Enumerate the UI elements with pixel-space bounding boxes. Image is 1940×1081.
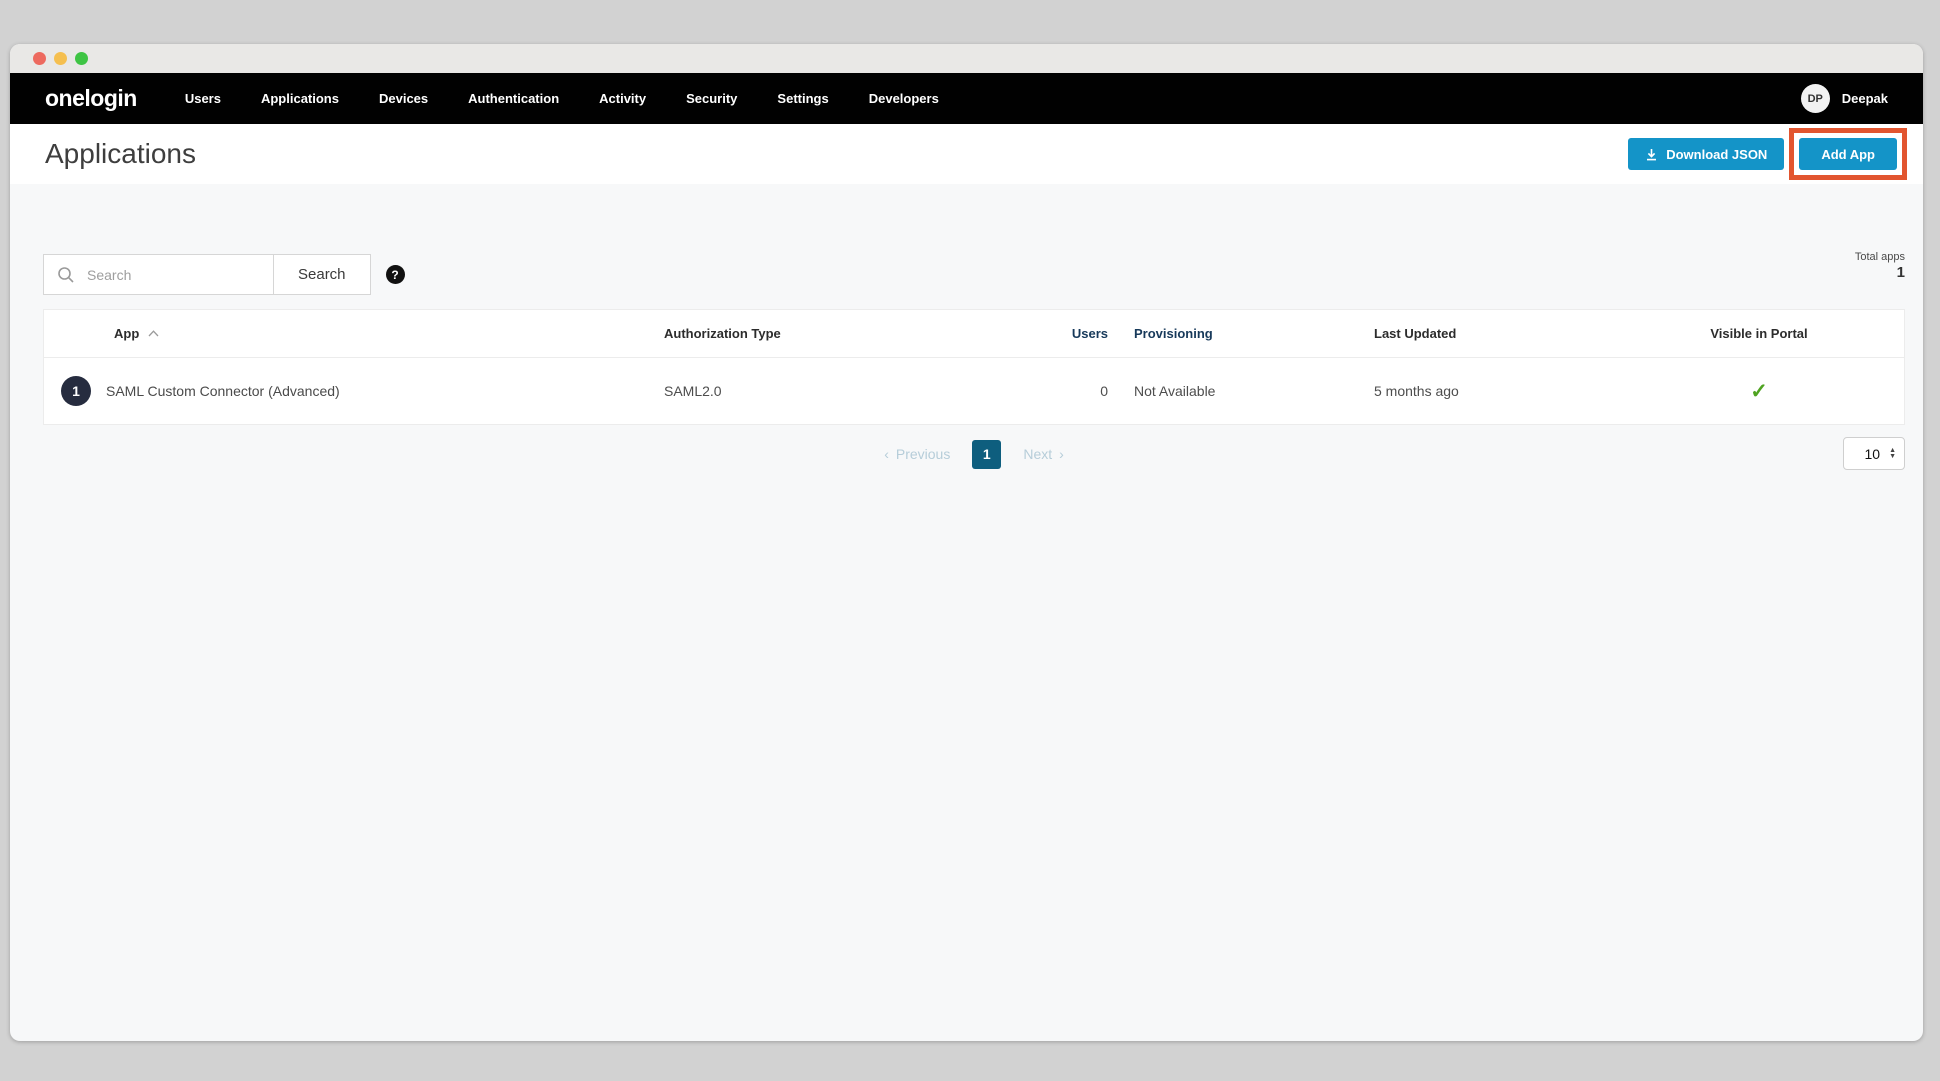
pagination: ‹ Previous 1 Next › 10 ▲ ▼: [43, 437, 1905, 471]
page-title: Applications: [45, 138, 196, 170]
minimize-window-icon[interactable]: [54, 52, 67, 65]
chevron-left-icon: ‹: [884, 446, 889, 462]
toolbar: Search ? Total apps 1: [43, 254, 1905, 295]
app-window: onelogin Users Applications Devices Auth…: [10, 44, 1923, 1041]
app-cell: 1 SAML Custom Connector (Advanced): [44, 376, 664, 406]
nav-item-settings[interactable]: Settings: [777, 91, 828, 106]
current-page-button[interactable]: 1: [972, 440, 1001, 469]
download-json-label: Download JSON: [1666, 147, 1767, 162]
total-apps-label: Total apps: [1855, 251, 1905, 263]
app-name-link[interactable]: SAML Custom Connector (Advanced): [106, 383, 340, 399]
header-actions: Download JSON Add App: [1628, 128, 1907, 180]
add-app-highlight-outline: Add App: [1789, 128, 1907, 180]
sort-ascending-icon: [148, 330, 159, 337]
column-header-app[interactable]: App: [44, 326, 664, 341]
download-icon: [1645, 148, 1658, 161]
add-app-label: Add App: [1821, 147, 1875, 162]
search-icon: [57, 266, 75, 284]
total-apps-value: 1: [1855, 264, 1905, 281]
last-updated-cell: 5 months ago: [1374, 383, 1614, 399]
column-header-last-updated: Last Updated: [1374, 326, 1614, 341]
nav-item-devices[interactable]: Devices: [379, 91, 428, 106]
column-header-authorization-type: Authorization Type: [664, 326, 1067, 341]
total-apps: Total apps 1: [1855, 251, 1905, 281]
main-content: Search ? Total apps 1 App Authorization …: [10, 184, 1923, 471]
previous-label: Previous: [896, 446, 950, 462]
nav-item-security[interactable]: Security: [686, 91, 737, 106]
add-app-button[interactable]: Add App: [1799, 138, 1897, 170]
column-header-users[interactable]: Users: [1067, 326, 1112, 341]
auth-type-cell: SAML2.0: [664, 383, 1067, 399]
spinner-down-icon: ▼: [1889, 454, 1896, 460]
app-badge: 1: [61, 376, 91, 406]
table-header-row: App Authorization Type Users Provisionin…: [44, 310, 1904, 358]
nav-item-applications[interactable]: Applications: [261, 91, 339, 106]
search-group: Search ?: [43, 254, 405, 295]
nav-item-activity[interactable]: Activity: [599, 91, 646, 106]
next-label: Next: [1023, 446, 1052, 462]
column-header-app-label: App: [114, 326, 139, 341]
chevron-right-icon: ›: [1059, 446, 1064, 462]
zoom-window-icon[interactable]: [75, 52, 88, 65]
avatar[interactable]: DP: [1801, 84, 1830, 113]
next-page-button[interactable]: Next ›: [1023, 446, 1063, 462]
search-box: [43, 254, 273, 295]
visible-in-portal-cell: ✓: [1614, 379, 1904, 404]
users-count-cell: 0: [1067, 383, 1112, 399]
column-header-visible-in-portal: Visible in Portal: [1614, 326, 1904, 341]
spinner-arrows-icon: ▲ ▼: [1889, 448, 1896, 460]
user-name[interactable]: Deepak: [1842, 91, 1888, 106]
nav-item-users[interactable]: Users: [185, 91, 221, 106]
nav-item-developers[interactable]: Developers: [869, 91, 939, 106]
page-header: Applications Download JSON Add App: [10, 124, 1923, 184]
nav-menu: Users Applications Devices Authenticatio…: [185, 91, 939, 106]
search-input[interactable]: [87, 267, 263, 283]
page-size-value: 10: [1864, 446, 1880, 462]
previous-page-button[interactable]: ‹ Previous: [884, 446, 950, 462]
search-button[interactable]: Search: [273, 254, 371, 295]
table-row[interactable]: 1 SAML Custom Connector (Advanced) SAML2…: [44, 358, 1904, 424]
user-menu[interactable]: DP Deepak: [1801, 84, 1888, 113]
macos-titlebar: [10, 44, 1923, 73]
applications-table: App Authorization Type Users Provisionin…: [43, 309, 1905, 425]
nav-item-authentication[interactable]: Authentication: [468, 91, 559, 106]
provisioning-cell: Not Available: [1112, 383, 1374, 399]
help-icon[interactable]: ?: [386, 265, 405, 284]
download-json-button[interactable]: Download JSON: [1628, 138, 1784, 170]
top-navbar: onelogin Users Applications Devices Auth…: [10, 73, 1923, 124]
column-header-provisioning[interactable]: Provisioning: [1112, 326, 1374, 341]
onelogin-logo[interactable]: onelogin: [45, 85, 137, 112]
visible-check-icon: ✓: [1750, 380, 1768, 403]
close-window-icon[interactable]: [33, 52, 46, 65]
pager: ‹ Previous 1 Next ›: [884, 440, 1064, 469]
page-size-select[interactable]: 10 ▲ ▼: [1843, 437, 1905, 470]
